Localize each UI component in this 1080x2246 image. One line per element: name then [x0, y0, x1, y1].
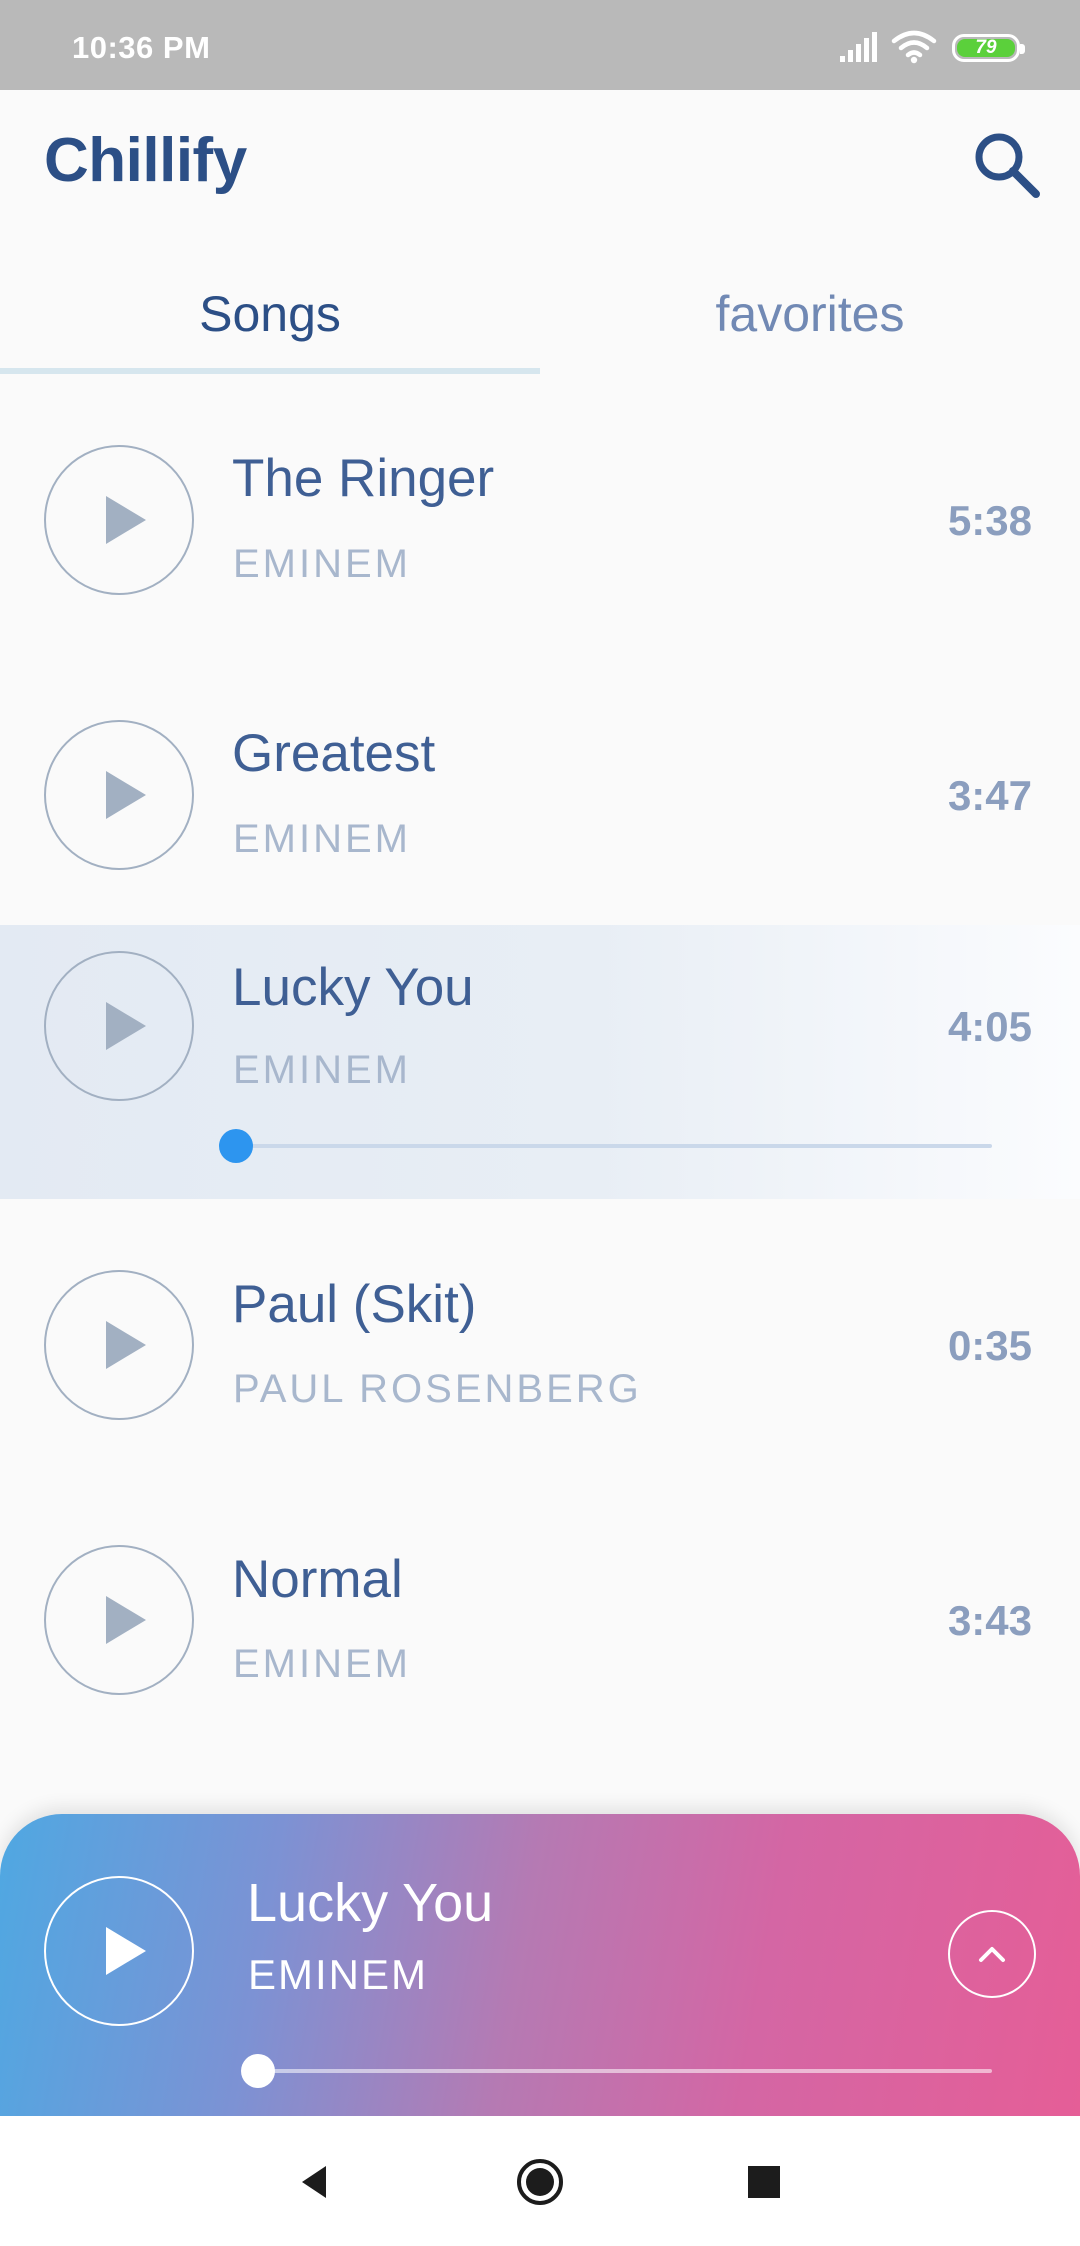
now-playing-title: Lucky You	[247, 1873, 494, 1933]
back-icon[interactable]	[286, 2152, 346, 2212]
play-icon	[106, 496, 146, 544]
play-button[interactable]	[44, 720, 194, 870]
song-progress-bar[interactable]	[219, 1129, 992, 1163]
song-progress-thumb[interactable]	[219, 1129, 253, 1163]
song-row-active[interactable]: Lucky You EMINEM 4:05	[0, 925, 1080, 1199]
navigation-bar	[0, 2116, 1080, 2246]
play-icon	[106, 771, 146, 819]
song-title: The Ringer	[232, 449, 495, 508]
play-button[interactable]	[44, 951, 194, 1101]
now-playing-progress-thumb[interactable]	[241, 2054, 275, 2088]
song-artist: EMINEM	[233, 1642, 411, 1686]
home-icon[interactable]	[510, 2152, 570, 2212]
song-title: Lucky You	[232, 958, 474, 1017]
play-icon	[106, 1002, 146, 1050]
tab-indicator	[0, 368, 540, 374]
app-title: Chillify	[44, 126, 247, 195]
recents-icon[interactable]	[734, 2152, 794, 2212]
chevron-up-icon	[979, 1947, 1005, 1962]
song-duration: 0:35	[947, 1322, 1032, 1369]
status-bar: 10:36 PM 79	[0, 0, 1080, 90]
now-playing-progress-bar[interactable]	[241, 2054, 992, 2088]
status-time: 10:36 PM	[72, 30, 211, 65]
song-title: Paul (Skit)	[232, 1275, 477, 1334]
expand-button[interactable]	[948, 1910, 1036, 1998]
now-playing-artist: EMINEM	[248, 1951, 428, 1998]
play-button[interactable]	[44, 1545, 194, 1695]
song-artist: EMINEM	[233, 817, 411, 861]
song-title: Greatest	[232, 724, 436, 783]
now-playing-bar[interactable]: Lucky You EMINEM	[0, 1814, 1080, 2116]
wifi-icon	[891, 30, 937, 64]
battery-level: 79	[975, 37, 997, 58]
song-duration: 5:38	[947, 497, 1032, 544]
signal-icon	[840, 32, 877, 62]
song-duration: 3:47	[947, 772, 1032, 819]
song-row[interactable]: The Ringer EMINEM 5:38	[0, 400, 1080, 640]
play-button[interactable]	[44, 445, 194, 595]
song-artist: EMINEM	[233, 542, 411, 586]
tab-songs[interactable]: Songs	[0, 285, 540, 343]
song-row[interactable]: Paul (Skit) PAUL ROSENBERG 0:35	[0, 1230, 1080, 1470]
play-icon	[106, 1927, 146, 1975]
song-duration: 3:43	[947, 1597, 1032, 1644]
song-title: Normal	[232, 1550, 403, 1609]
now-playing-play-button[interactable]	[44, 1876, 194, 2026]
song-duration: 4:05	[947, 1003, 1032, 1050]
song-artist: EMINEM	[233, 1048, 411, 1092]
tab-favorites[interactable]: favorites	[540, 285, 1080, 343]
play-button[interactable]	[44, 1270, 194, 1420]
search-icon[interactable]	[968, 126, 1048, 206]
song-artist: PAUL ROSENBERG	[233, 1367, 642, 1411]
play-icon	[106, 1321, 146, 1369]
song-row[interactable]: Greatest EMINEM 3:47	[0, 675, 1080, 915]
play-icon	[106, 1596, 146, 1644]
battery-icon: 79	[952, 34, 1025, 62]
song-row[interactable]: Normal EMINEM 3:43	[0, 1505, 1080, 1745]
